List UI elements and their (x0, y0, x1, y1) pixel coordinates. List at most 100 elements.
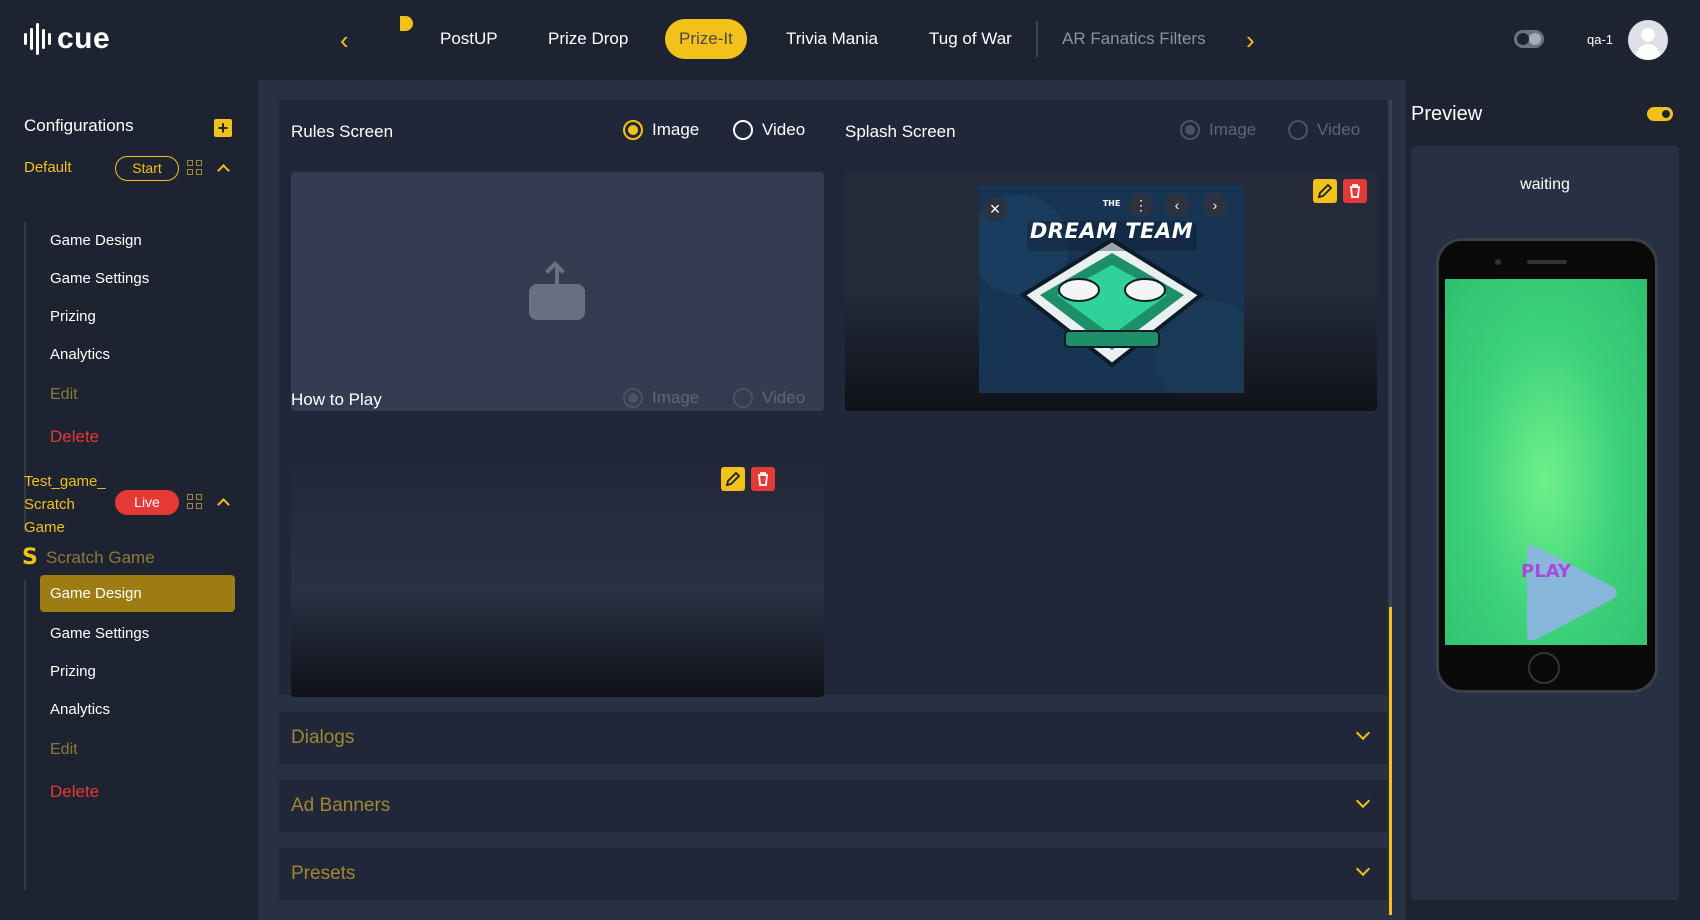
config-name-line: Game (24, 519, 65, 536)
chevron-down-icon (1357, 728, 1369, 740)
presets-accordion[interactable]: Presets (279, 848, 1387, 900)
radio-label: Video (762, 120, 806, 139)
radio-dot (623, 388, 643, 408)
menu-game-settings[interactable]: Game Settings (50, 625, 149, 642)
chevron-down-icon (1357, 864, 1369, 876)
user-avatar[interactable] (1628, 20, 1668, 60)
menu-prizing[interactable]: Prizing (50, 308, 96, 325)
sound-wave-icon (24, 22, 51, 56)
how-to-play-edit-button[interactable] (721, 467, 745, 491)
preview-card: waiting PLAY (1411, 146, 1679, 900)
sidebar: Configurations + Default Start Game Desi… (0, 80, 258, 920)
menu-delete[interactable]: Delete (50, 427, 99, 447)
phone-speaker (1527, 260, 1567, 264)
accordion-title: Ad Banners (291, 795, 391, 816)
tab-divider (1036, 21, 1038, 57)
tab-prize-drop[interactable]: Prize Drop (548, 19, 628, 59)
how-to-play-media-preview (291, 458, 824, 697)
preview-title: Preview (1411, 103, 1483, 125)
accordion-title: Presets (291, 863, 356, 884)
tab-postup[interactable]: PostUP (440, 19, 498, 59)
radio-label: Image (652, 120, 700, 139)
upload-icon (529, 261, 585, 322)
qr-code-icon[interactable] (187, 160, 204, 177)
preview-status: waiting (1520, 176, 1570, 193)
menu-tree-line (24, 580, 26, 890)
scrollbar-thumb[interactable] (1389, 607, 1392, 915)
chevron-right-icon[interactable]: › (1203, 193, 1227, 217)
trash-icon (1350, 184, 1360, 198)
radio-label: Video (1317, 120, 1361, 139)
rules-video-radio[interactable]: Video (733, 120, 805, 140)
play-button[interactable]: PLAY (1517, 543, 1623, 643)
menu-game-settings[interactable]: Game Settings (50, 270, 149, 287)
top-nav-bar: cue ‹ PostUP Prize Drop Prize-It Trivia … (0, 0, 1700, 80)
pencil-icon (725, 471, 741, 487)
qr-code-icon[interactable] (187, 494, 204, 511)
tab-tug-of-war[interactable]: Tug of War (929, 19, 1012, 59)
config-name-line: Scratch (24, 496, 75, 513)
rules-image-radio[interactable]: Image (623, 120, 699, 140)
moon-icon (400, 16, 413, 31)
start-badge[interactable]: Start (115, 156, 179, 181)
game-type: S Scratch Game (22, 547, 155, 569)
config-name-test-game[interactable]: Test_game_ Scratch Game (24, 470, 106, 539)
how-to-play-image-radio[interactable]: Image (623, 388, 699, 408)
splash-edit-button[interactable] (1313, 179, 1337, 203)
collapse-chevron-icon[interactable] (217, 162, 229, 174)
menu-delete[interactable]: Delete (50, 782, 99, 802)
config-name-line: Test_game_ (24, 473, 106, 490)
rules-screen-label: Rules Screen (291, 122, 394, 141)
chevron-down-icon (1357, 796, 1369, 808)
play-label: PLAY (1521, 561, 1571, 582)
preview-toggle[interactable] (1647, 107, 1673, 121)
splash-image-radio[interactable]: Image (1180, 120, 1256, 140)
radio-label: Image (652, 388, 700, 407)
splash-media-preview: THE DREAM TEAM × ⋮ ‹ › (845, 172, 1377, 411)
radio-dot (733, 120, 753, 140)
dream-team-text: DREAM TEAM (1029, 219, 1194, 243)
menu-edit[interactable]: Edit (50, 741, 78, 759)
dream-team-logo (979, 185, 1244, 393)
theme-toggle-icon[interactable] (1514, 30, 1544, 48)
ad-banners-accordion[interactable]: Ad Banners (279, 780, 1387, 832)
menu-game-design-active[interactable]: Game Design (40, 575, 235, 612)
avatar-head (1641, 28, 1655, 42)
tab-prize-it[interactable]: Prize-It (665, 19, 747, 59)
radio-dot (733, 388, 753, 408)
config-name-default[interactable]: Default (24, 156, 72, 179)
menu-prizing[interactable]: Prizing (50, 663, 96, 680)
close-icon[interactable]: × (983, 197, 1007, 221)
menu-edit[interactable]: Edit (50, 386, 78, 404)
game-type-label: Scratch Game (46, 548, 155, 567)
more-options-icon[interactable]: ⋮ (1129, 193, 1153, 217)
menu-analytics[interactable]: Analytics (50, 346, 110, 363)
tab-trivia-mania[interactable]: Trivia Mania (786, 19, 878, 59)
configurations-title: Configurations (24, 116, 134, 135)
avatar-body (1636, 44, 1660, 60)
radio-dot (1180, 120, 1200, 140)
rules-upload-dropzone[interactable] (291, 172, 824, 411)
dream-team-image: THE DREAM TEAM × ⋮ ‹ › (979, 185, 1244, 393)
how-to-play-delete-button[interactable] (751, 467, 775, 491)
splash-delete-button[interactable] (1343, 179, 1367, 203)
radio-label: Image (1209, 120, 1257, 139)
nav-next-arrow[interactable]: › (1246, 26, 1255, 54)
menu-analytics[interactable]: Analytics (50, 701, 110, 718)
dialogs-accordion[interactable]: Dialogs (279, 712, 1387, 764)
splash-video-radio[interactable]: Video (1288, 120, 1360, 140)
add-configuration-button[interactable]: + (214, 119, 232, 137)
collapse-chevron-icon[interactable] (217, 496, 229, 508)
how-to-play-video-radio[interactable]: Video (733, 388, 805, 408)
pencil-icon (1317, 183, 1333, 199)
tab-ar-fanatics-filters[interactable]: AR Fanatics Filters (1062, 19, 1206, 59)
radio-dot (1288, 120, 1308, 140)
phone-screen: PLAY (1445, 279, 1647, 645)
live-badge[interactable]: Live (115, 490, 179, 515)
nav-prev-arrow[interactable]: ‹ (340, 26, 349, 54)
cue-logo[interactable]: cue (24, 22, 110, 56)
chevron-left-icon[interactable]: ‹ (1165, 193, 1189, 217)
menu-game-design[interactable]: Game Design (50, 232, 142, 249)
phone-camera (1495, 259, 1501, 265)
how-to-play-label: How to Play (291, 390, 382, 409)
